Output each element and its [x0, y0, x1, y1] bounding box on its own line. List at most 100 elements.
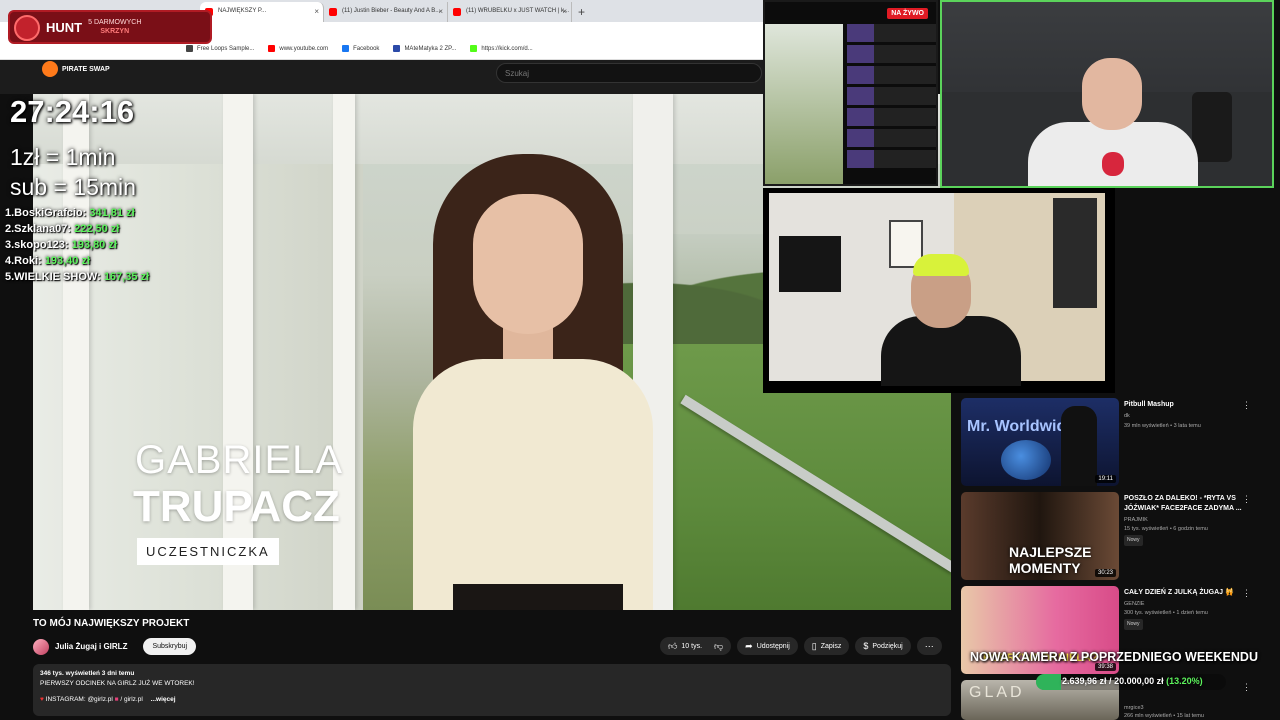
video-role-tag: UCZESTNICZKA: [137, 538, 279, 565]
oven: [1053, 198, 1097, 308]
more-icon[interactable]: ⋮: [1242, 588, 1251, 599]
top-donors-list: 1.BoskiGrafcio: 341,81 zł 2.Szklana07: 2…: [5, 205, 149, 285]
face: [473, 194, 583, 334]
goal-progress-fill: [1036, 674, 1062, 690]
duration-badge: 19:11: [1095, 475, 1116, 483]
bookmark-kick[interactable]: https://kick.com/d...: [470, 45, 533, 52]
list-item[interactable]: NAJLEPSZE MOMENTY 30:23 POSZŁO ZA DALEKO…: [958, 490, 1280, 582]
more-icon[interactable]: ⋮: [1242, 682, 1251, 693]
thumb-figure: [1061, 406, 1097, 486]
youtube-icon: [268, 45, 276, 52]
description-line: PIERWSZY ODCINEK NA GIRLZ JUŻ WE WTOREK!: [40, 680, 195, 687]
rate-line: sub = 15min: [10, 174, 136, 200]
bookmark-matematyka[interactable]: MAteMatyka 2 ZP...: [393, 45, 456, 52]
more-icon[interactable]: ⋮: [1242, 494, 1251, 505]
close-icon[interactable]: ×: [314, 7, 319, 16]
channel-name[interactable]: PRAJMIK: [1124, 516, 1148, 525]
globe: [1001, 440, 1051, 480]
save-button[interactable]: ▯ Zapisz: [803, 637, 850, 655]
bookmark-facebook[interactable]: Facebook: [342, 45, 379, 52]
channel-name[interactable]: GENZIE: [1124, 600, 1144, 609]
pirate-icon: [42, 61, 58, 77]
subathon-timer: 27:24:16: [10, 94, 135, 129]
mini-thumb: [847, 45, 936, 63]
tab-label: (11) WRUBELKU x JUST WATCH | k...: [466, 8, 570, 14]
thumbs-down-icon[interactable]: 👎︎: [714, 641, 723, 652]
bookmark-youtube[interactable]: www.youtube.com: [268, 45, 328, 52]
hunt-banner: HUNT 5 DARMOWYCH SKRZYN: [8, 10, 212, 44]
new-tab-button[interactable]: +: [572, 5, 591, 22]
tv: [779, 236, 841, 292]
donor-row: 5.WIELKIE SHOW: 167,35 zł: [5, 271, 150, 283]
bookmark-icon: [393, 45, 401, 52]
search-input[interactable]: Szukaj: [496, 63, 762, 83]
mini-recommendations: [847, 24, 936, 184]
blouse: [413, 359, 653, 610]
channel-name[interactable]: dk: [1124, 412, 1130, 421]
video-title: TO MÓJ NAJWIĘKSZY PROJEKT: [33, 618, 190, 629]
hunt-subtitle: 5 DARMOWYCH SKRZYN: [88, 19, 142, 35]
guest-hair: [913, 254, 969, 276]
more-actions-button[interactable]: ⋯: [916, 637, 942, 655]
video-thumbnail[interactable]: Mr. Worldwide 19:11: [961, 398, 1119, 486]
subathon-rates: 1zł = 1min sub = 15min: [10, 142, 136, 202]
like-button[interactable]: 👍︎ 10 tys. 👎︎: [660, 637, 732, 655]
more-link[interactable]: ...więcej: [151, 696, 176, 703]
pillar: [333, 94, 355, 610]
tab-label: (11) Justin Bieber - Beauty And A B...: [342, 8, 441, 14]
camera-icon: ■: [114, 696, 119, 703]
mini-video: [765, 24, 843, 184]
thumbs-up-icon: 👍︎: [668, 640, 678, 651]
channel-name[interactable]: Julia Żugaj i GIRLZ: [55, 642, 127, 651]
close-icon[interactable]: ×: [562, 7, 567, 16]
mini-thumb: [847, 150, 936, 168]
pillar: [223, 94, 253, 610]
share-icon: ➦: [745, 640, 753, 651]
video-person: [373, 154, 693, 610]
video-description[interactable]: 346 tys. wyświetleń 3 dni temu PIERWSZY …: [33, 664, 951, 716]
youtube-icon: [453, 8, 461, 16]
new-badge: Nowy: [1124, 535, 1143, 546]
bookmarks-row: Free Loops Sample... www.youtube.com Fac…: [186, 45, 533, 52]
subscribe-button[interactable]: Subskrybuj: [143, 638, 197, 655]
more-icon[interactable]: ⋮: [1242, 400, 1251, 411]
video-actions: 👍︎ 10 tys. 👎︎ ➦ Udostępnij ▯ Zapisz $ Podzięk…: [660, 637, 942, 655]
kick-icon: [470, 45, 478, 52]
close-icon[interactable]: ×: [438, 7, 443, 16]
thanks-button[interactable]: $ Podziękuj: [855, 637, 911, 655]
donor-row: 3.skopo123: 193,80 zł: [5, 239, 117, 251]
mini-thumb: [847, 108, 936, 126]
hunt-title: HUNT: [46, 19, 83, 35]
bookmark-icon: ▯: [811, 640, 817, 651]
new-badge: Nowy: [1124, 619, 1143, 630]
browser-tab-3[interactable]: (11) WRUBELKU x JUST WATCH | k... ×: [448, 2, 572, 22]
rate-line: 1zł = 1min: [10, 144, 116, 170]
more-icon: ⋯: [924, 640, 934, 651]
list-item[interactable]: Mr. Worldwide 19:11 Pitbull Mashup dk 39…: [958, 396, 1280, 488]
youtube-icon: [329, 8, 337, 16]
bookmark-free-loops[interactable]: Free Loops Sample...: [186, 45, 254, 52]
skirt: [453, 584, 623, 610]
donor-row: 1.BoskiGrafcio: 341,81 zł: [5, 207, 135, 219]
duration-badge: 30:23: [1094, 569, 1116, 577]
video-meta: 266 mln wyświetleń • 15 lat temu: [1124, 713, 1204, 719]
browser-tab-2[interactable]: (11) Justin Bieber - Beauty And A B... ×: [324, 2, 448, 22]
thumb-text: Mr. Worldwide: [967, 418, 1076, 435]
streamer-webcam: [940, 0, 1274, 188]
mini-thumb: [847, 66, 936, 84]
streamer-head: [1082, 58, 1142, 130]
heart-icon: ♥: [40, 696, 44, 703]
video-name-last: TRUPACZ: [133, 482, 340, 531]
bookmark-icon: [186, 45, 193, 52]
microphone: [1192, 92, 1232, 162]
pirate-swap-logo: PIRATE SWAP: [42, 56, 112, 82]
goal-values: 2.639,96 zł / 20.000,00 zł (13.20%): [1062, 676, 1203, 686]
hunt-logo-icon: [14, 15, 40, 41]
video-thumbnail[interactable]: NAJLEPSZE MOMENTY 30:23: [961, 492, 1119, 580]
share-button[interactable]: ➦ Udostępnij: [737, 637, 798, 655]
donor-row: 4.Roki: 193,40 zł: [5, 255, 91, 267]
browser-tab-1[interactable]: NAJWIĘKSZY P... ×: [200, 2, 324, 22]
guest-webcam: [763, 188, 1115, 393]
avatar[interactable]: [33, 638, 49, 655]
description-instagram: ♥ INSTAGRAM: @girlz.pl ■ / girlz.pl ...w…: [40, 696, 176, 703]
